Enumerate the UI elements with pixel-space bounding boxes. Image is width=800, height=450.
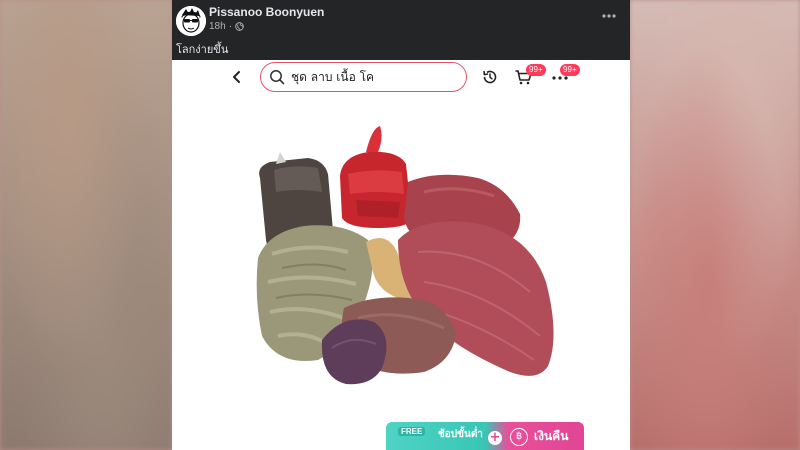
search-input[interactable]: ชุด ลาบ เนื้อ โค [260,62,467,92]
post-time[interactable]: 18h [209,21,226,32]
min-spend-label: ช้อปขั้นต่ำ [438,429,483,440]
post-meta: 18h · [209,21,244,32]
plus-icon: + [488,430,502,445]
search-query[interactable]: ชุด ลาบ เนื้อ โค [291,68,374,87]
promo-banner[interactable]: FREE ช้อปขั้นต่ำ + ฿ เงินคืน [386,422,584,450]
post-author-name[interactable]: Pissanoo Boonyuen [209,5,324,19]
post-caption: โลกง่ายขึ้น [176,43,229,56]
cart-button[interactable]: 99+ [514,64,546,86]
notification-count-badge: 99+ [560,64,580,76]
facebook-post: Pissanoo Boonyuen 18h · โลกง่ายขึ้น ชุด … [172,0,630,450]
more-horizontal-icon [602,14,616,18]
avatar[interactable] [176,6,206,36]
chevron-left-icon [233,71,240,83]
shared-app-screenshot: ชุด ลาบ เนื้อ โค 99+ 99+ FREE ช้อปขั้นต่… [172,60,630,450]
cart-count-badge: 99+ [526,64,546,76]
beef-larb-set-photo[interactable] [248,122,578,402]
cashback-label: เงินคืน [534,429,569,443]
app-more-button[interactable]: 99+ [550,64,580,86]
free-shipping-badge: FREE [398,427,426,436]
history-icon [483,70,497,84]
avatar-cartoon-face [176,6,206,36]
blurred-background-right [630,0,800,450]
app-search-bar: ชุด ลาบ เนื้อ โค 99+ 99+ [216,60,582,94]
history-button[interactable] [481,68,499,86]
baht-coin-icon: ฿ [510,428,528,446]
back-button[interactable] [230,69,244,85]
search-icon [270,70,285,85]
blurred-background-left [0,0,172,450]
globe-icon [235,22,244,31]
post-header: Pissanoo Boonyuen 18h · โลกง่ายขึ้น [172,0,630,60]
post-more-button[interactable] [598,8,620,24]
